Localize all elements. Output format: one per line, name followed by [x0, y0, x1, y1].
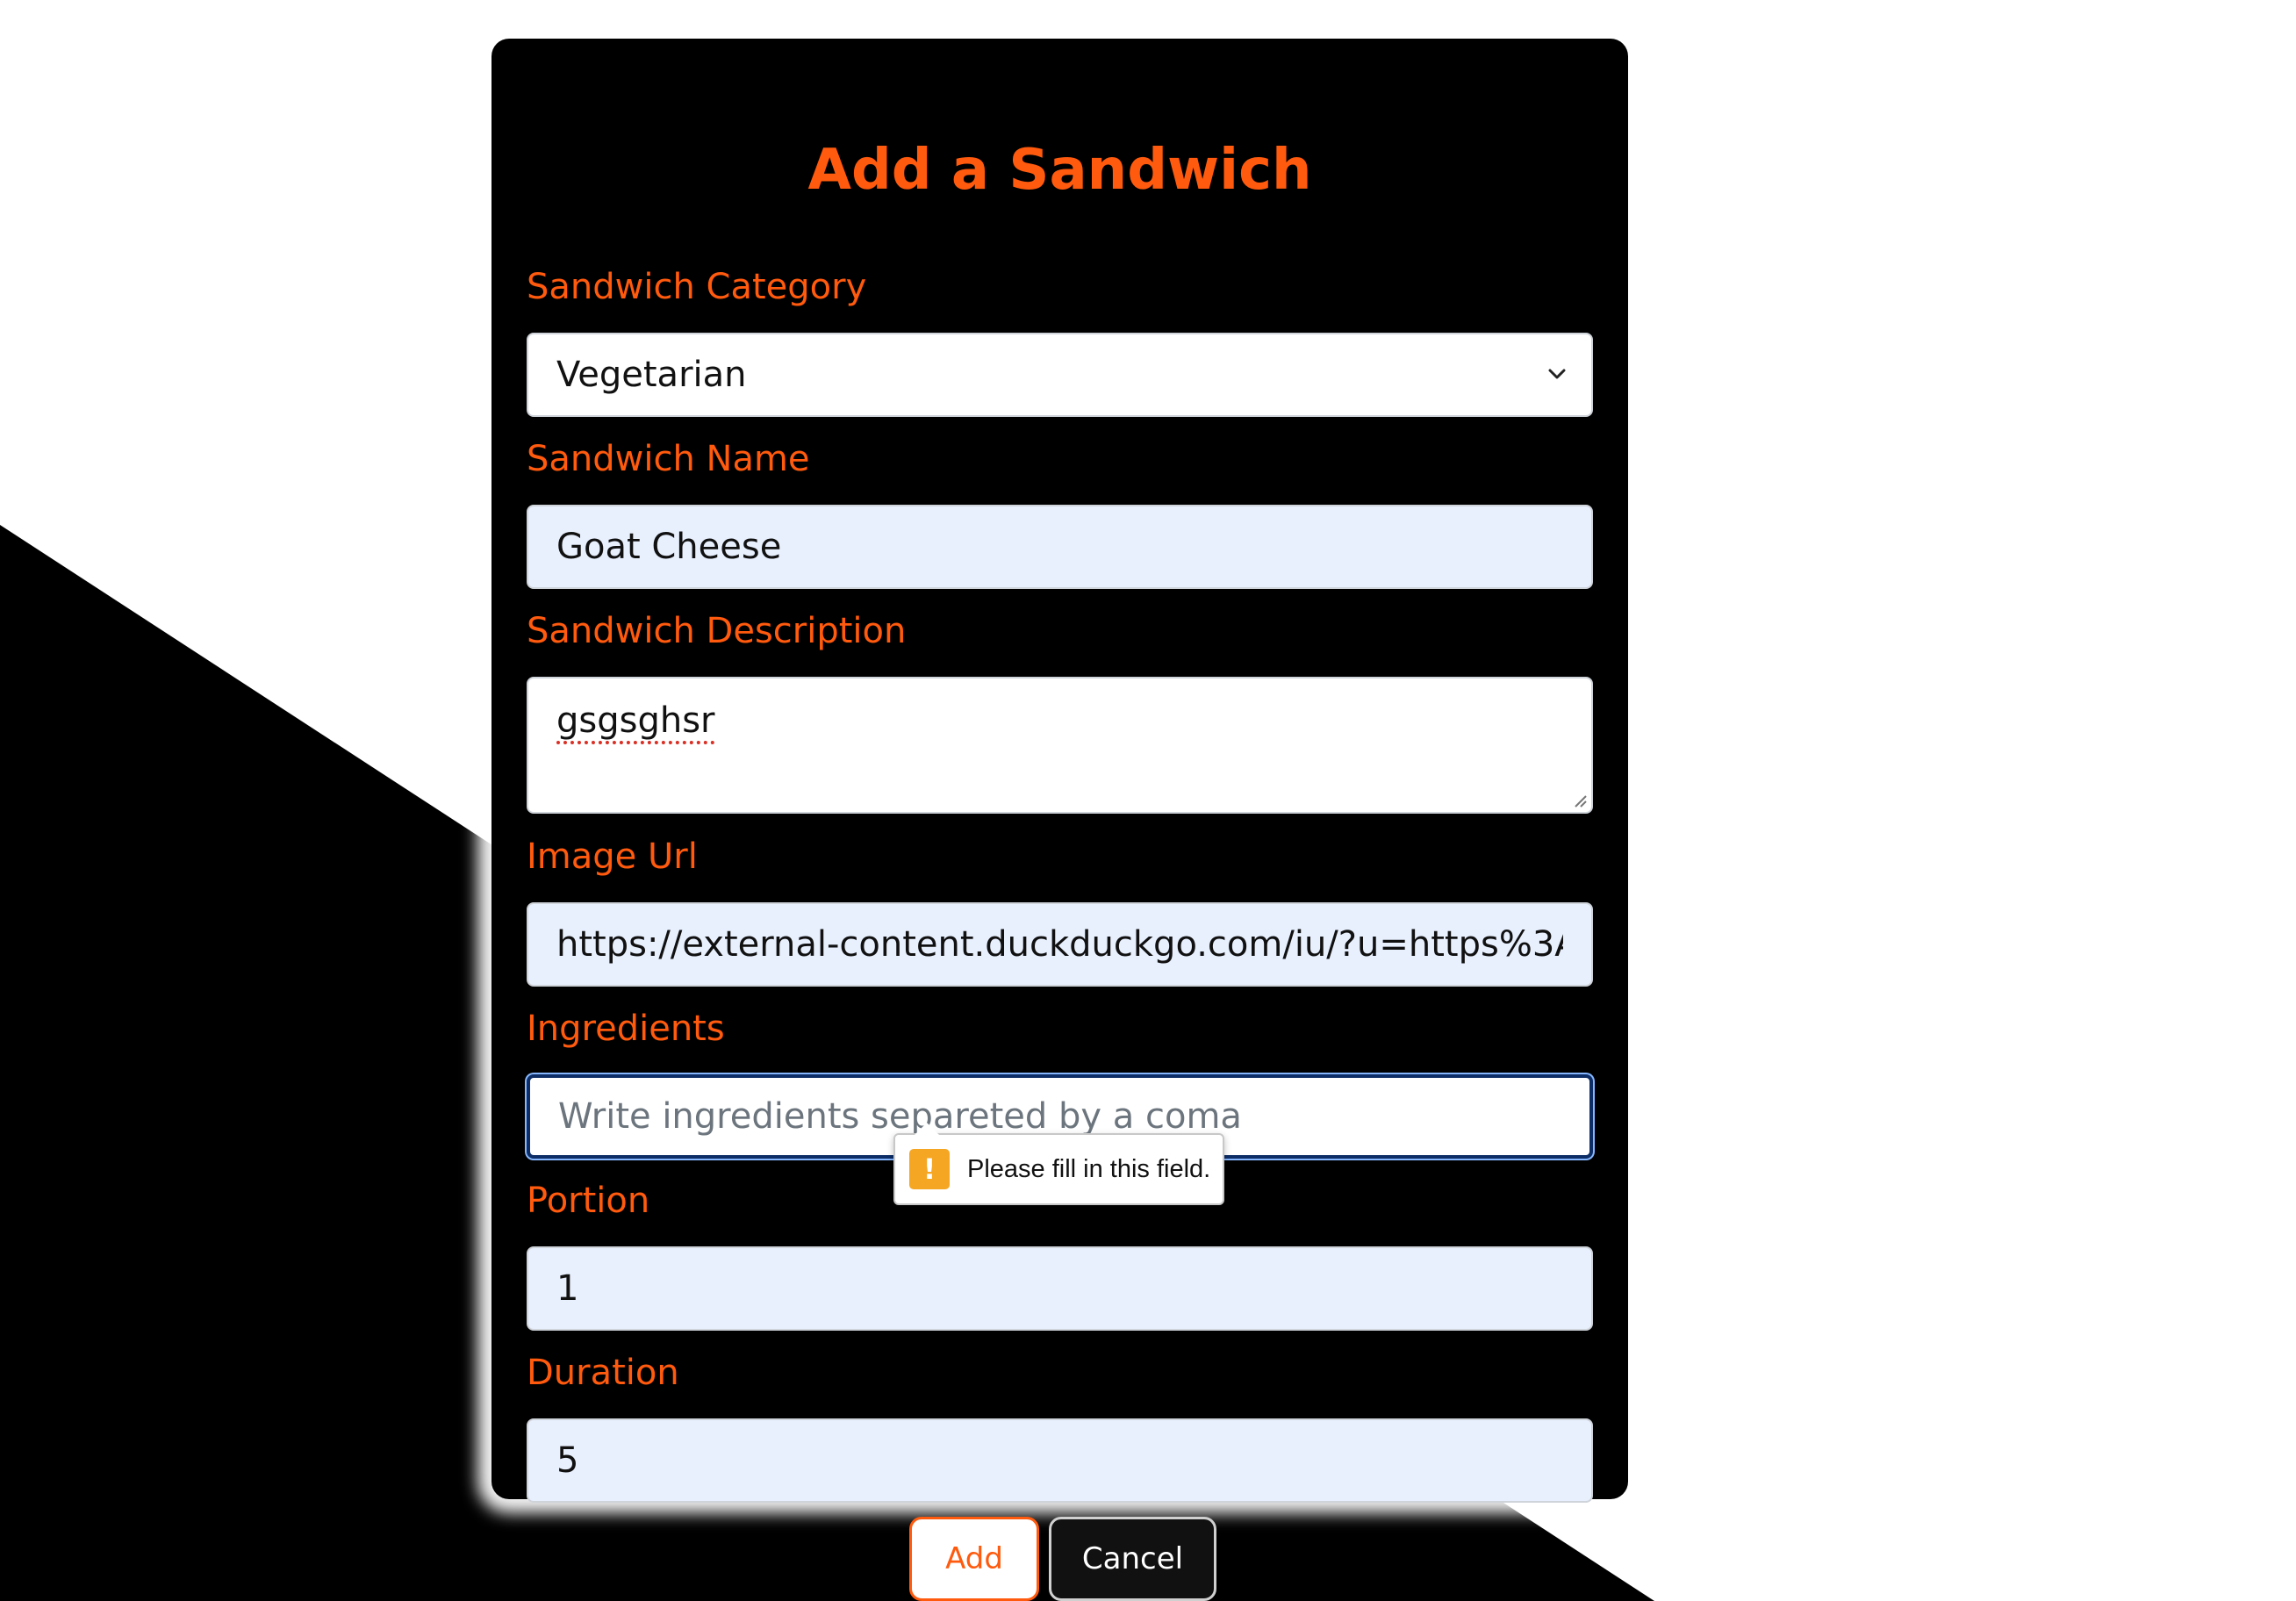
portion-label: Portion — [527, 1181, 650, 1221]
sandwich-category-label: Sandwich Category — [527, 267, 867, 307]
sandwich-name-input[interactable] — [527, 505, 1593, 589]
sandwich-category-select[interactable]: Vegetarian — [527, 333, 1593, 417]
image-url-label: Image Url — [527, 836, 698, 877]
image-url-input[interactable] — [527, 902, 1593, 987]
ingredients-label: Ingredients — [527, 1009, 725, 1049]
add-button[interactable]: Add — [909, 1517, 1039, 1601]
sandwich-description-label: Sandwich Description — [527, 611, 907, 651]
duration-label: Duration — [527, 1353, 679, 1393]
form-title: Add a Sandwich — [807, 138, 1312, 203]
validation-message: Please fill in this field. — [967, 1154, 1211, 1183]
tooltip-arrow — [915, 1123, 939, 1135]
warning-icon: ! — [909, 1149, 950, 1189]
duration-input[interactable] — [527, 1418, 1593, 1503]
portion-input[interactable] — [527, 1246, 1593, 1331]
validation-tooltip: ! Please fill in this field. — [893, 1123, 1224, 1205]
add-sandwich-form: Add a Sandwich Sandwich Category Vegetar… — [491, 39, 1628, 1503]
sandwich-description-textarea[interactable]: gsgsghsr — [527, 677, 1593, 814]
sandwich-name-label: Sandwich Name — [527, 439, 810, 479]
cancel-button[interactable]: Cancel — [1049, 1517, 1216, 1601]
sandwich-category-select-wrapper: Vegetarian — [527, 333, 1593, 417]
